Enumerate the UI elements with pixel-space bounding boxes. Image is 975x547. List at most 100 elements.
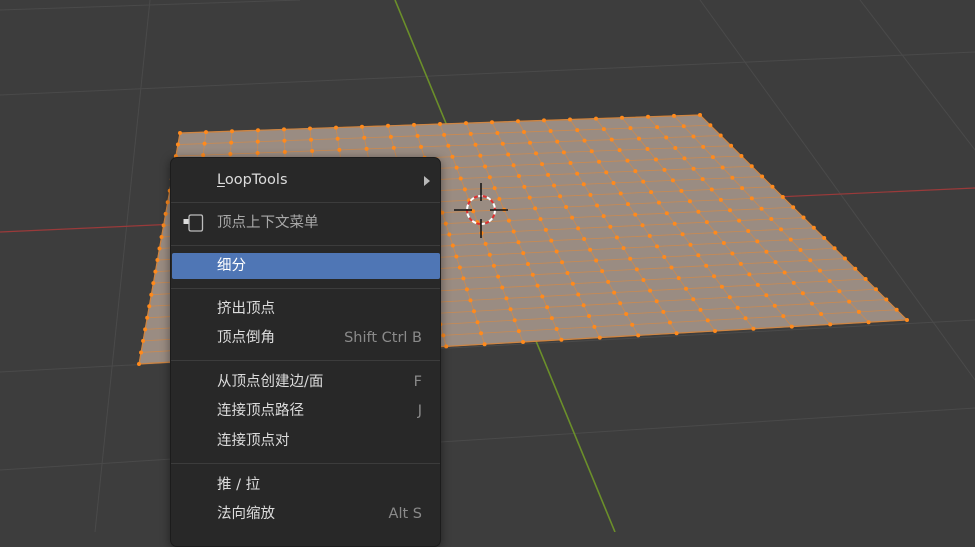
menu-item-extrude-vertices[interactable]: 挤出顶点 [171,296,440,322]
mesh-vertex[interactable] [554,326,559,331]
mesh-vertex[interactable] [570,281,575,286]
mesh-vertex[interactable] [674,331,679,336]
mesh-vertex[interactable] [604,170,609,175]
mesh-vertex[interactable] [153,269,158,274]
mesh-vertex[interactable] [624,311,629,316]
menu-item-shrink-fatten[interactable]: 法向缩放 Alt S [171,501,440,527]
mesh-vertex[interactable] [772,303,777,308]
mesh-vertex[interactable] [391,145,396,150]
mesh-vertex[interactable] [751,326,756,331]
mesh-vertex[interactable] [719,284,724,289]
mesh-vertex[interactable] [147,304,152,309]
mesh-vertex[interactable] [483,164,488,169]
mesh-vertex[interactable] [718,133,723,138]
mesh-vertex[interactable] [508,307,513,312]
mesh-vertex[interactable] [587,314,592,319]
mesh-vertex[interactable] [540,162,545,167]
mesh-vertex[interactable] [655,125,660,130]
mesh-vertex[interactable] [645,147,650,152]
menu-item-connect-vertex-pairs[interactable]: 连接顶点对 [171,428,440,454]
mesh-vertex[interactable] [504,296,509,301]
mesh-vertex[interactable] [595,203,600,208]
mesh-vertex[interactable] [673,145,678,150]
mesh-vertex[interactable] [500,285,505,290]
mesh-vertex[interactable] [664,211,669,216]
3d-viewport[interactable] [0,0,975,532]
mesh-vertex[interactable] [588,192,593,197]
mesh-vertex[interactable] [600,269,605,274]
mesh-vertex[interactable] [516,240,521,245]
mesh-vertex[interactable] [661,309,666,314]
mesh-vertex[interactable] [718,197,723,202]
mesh-vertex[interactable] [155,258,160,263]
mesh-vertex[interactable] [546,172,551,177]
mesh-vertex[interactable] [687,199,692,204]
mesh-vertex[interactable] [617,148,622,153]
mesh-vertex[interactable] [688,242,693,247]
menu-item-bevel-vertices[interactable]: 顶点倒角 Shift Ctrl B [171,325,440,351]
mesh-vertex[interactable] [442,132,447,137]
mesh-vertex[interactable] [847,299,852,304]
mesh-vertex[interactable] [175,142,180,147]
mesh-vertex[interactable] [554,249,559,254]
mesh-vertex[interactable] [143,327,148,332]
mesh-vertex[interactable] [549,238,554,243]
mesh-vertex[interactable] [228,152,233,157]
mesh-vertex[interactable] [256,128,260,133]
mesh-vertex[interactable] [608,224,613,229]
mesh-vertex[interactable] [743,316,748,321]
mesh-vertex[interactable] [496,274,501,279]
mesh-vertex[interactable] [667,320,672,325]
mesh-vertex[interactable] [636,136,641,141]
mesh-vertex[interactable] [528,140,533,145]
mesh-vertex[interactable] [506,152,511,157]
mesh-vertex[interactable] [720,165,725,170]
mesh-vertex[interactable] [487,252,492,257]
mesh-vertex[interactable] [362,135,367,140]
mesh-vertex[interactable] [656,200,661,205]
mesh-vertex[interactable] [444,344,449,349]
mesh-vertex[interactable] [464,287,469,292]
mesh-vertex[interactable] [334,125,338,130]
mesh-vertex[interactable] [533,206,538,211]
mesh-vertex[interactable] [163,211,168,216]
mesh-vertex[interactable] [664,135,669,140]
mesh-vertex[interactable] [511,163,516,168]
mesh-vertex[interactable] [625,158,630,163]
mesh-vertex[interactable] [462,187,467,192]
mesh-vertex[interactable] [749,196,754,201]
mesh-vertex[interactable] [662,167,667,172]
mesh-vertex[interactable] [552,183,557,188]
mesh-vertex[interactable] [606,279,611,284]
mesh-vertex[interactable] [760,174,765,179]
mesh-vertex[interactable] [856,309,861,314]
mesh-vertex[interactable] [151,281,156,286]
mesh-vertex[interactable] [161,223,166,228]
mesh-vertex[interactable] [538,217,543,222]
mesh-vertex[interactable] [443,221,448,226]
mesh-vertex[interactable] [628,256,633,261]
mesh-vertex[interactable] [654,299,659,304]
mesh-vertex[interactable] [755,282,760,287]
mesh-vertex[interactable] [696,253,701,258]
mesh-vertex[interactable] [712,274,717,279]
mesh-vertex[interactable] [568,117,572,122]
mesh-vertex[interactable] [713,329,717,333]
mesh-vertex[interactable] [522,130,527,135]
menu-item-connect-vertex-path[interactable]: 连接顶点路径 J [171,398,440,424]
mesh-vertex[interactable] [568,160,573,165]
mesh-vertex[interactable] [691,297,696,302]
mesh-vertex[interactable] [512,318,517,323]
menu-item-subdivide[interactable]: 细分 [172,253,440,279]
mesh-vertex[interactable] [684,286,688,291]
mesh-vertex[interactable] [157,246,162,251]
mesh-vertex[interactable] [704,263,709,268]
mesh-vertex[interactable] [561,150,566,155]
mesh-vertex[interactable] [601,127,606,132]
mesh-vertex[interactable] [478,153,483,158]
mesh-vertex[interactable] [709,187,714,192]
mesh-vertex[interactable] [526,261,531,266]
mesh-vertex[interactable] [594,116,598,121]
mesh-vertex[interactable] [853,266,858,271]
mesh-vertex[interactable] [633,169,638,174]
